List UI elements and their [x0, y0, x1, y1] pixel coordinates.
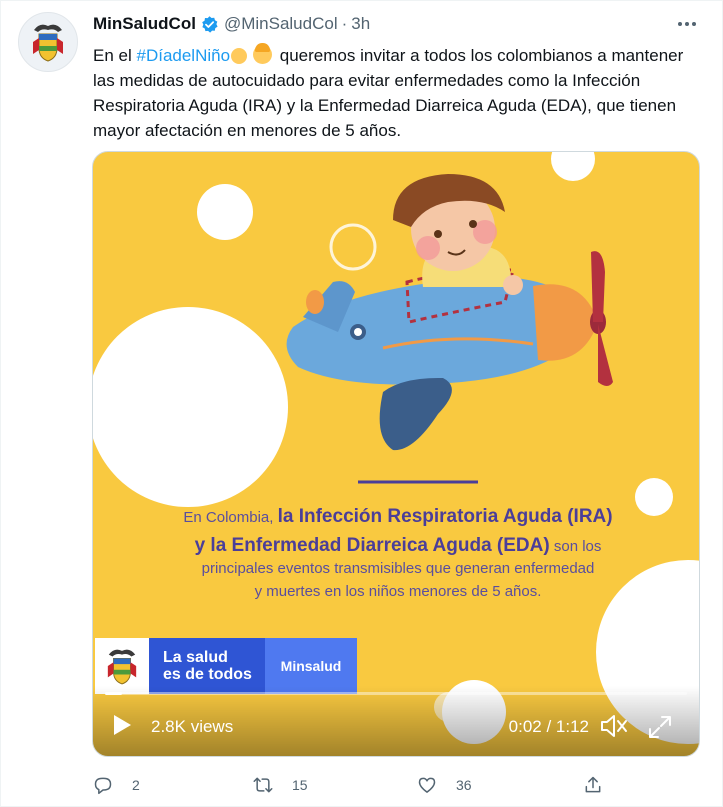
time-display: 0:02 / 1:12	[509, 717, 589, 737]
time-separator: /	[541, 717, 556, 736]
reply-button[interactable]: 2	[93, 771, 140, 799]
headline-line-4: y muertes en los niños menores de 5 años…	[254, 583, 542, 600]
heart-icon	[418, 777, 436, 793]
avatar[interactable]	[18, 12, 78, 72]
fullscreen-icon[interactable]	[647, 714, 673, 740]
slogan-line-1: La salud	[163, 649, 228, 666]
play-icon[interactable]	[111, 713, 133, 737]
retweet-button[interactable]: 15	[253, 771, 308, 799]
mute-icon[interactable]	[599, 713, 629, 739]
slogan-line-2: es de todos	[163, 666, 252, 683]
headline-eda: y la Enfermedad Diarreica Aguda (EDA)	[194, 535, 550, 556]
reply-icon	[94, 777, 112, 795]
elapsed-time: 0:02	[508, 717, 542, 736]
tweet-timestamp[interactable]: 3h	[351, 14, 370, 34]
headline-line-1: En Colombia, la Infección Respiratoria A…	[123, 506, 673, 528]
reply-count: 2	[132, 777, 140, 793]
child-illustration	[393, 174, 523, 295]
like-count: 36	[456, 777, 472, 793]
total-duration: 1:12	[555, 717, 589, 736]
headline-ira: la Infección Respiratoria Aguda (IRA)	[277, 506, 613, 527]
tweet-card[interactable]: MinSaludCol @MinSaludCol · 3h En el #Día…	[0, 0, 723, 807]
video-controls: 2.8K views 0:02 / 1:12	[93, 686, 699, 756]
verified-badge-icon	[200, 15, 219, 34]
author-name[interactable]: MinSaludCol	[93, 14, 196, 34]
tweet-header: MinSaludCol @MinSaludCol · 3h	[93, 13, 370, 35]
action-bar: 2 15 36	[93, 771, 613, 799]
child-face-emoji-icon	[231, 48, 248, 64]
retweet-count: 15	[292, 777, 308, 793]
headline-lead: En Colombia,	[183, 509, 278, 526]
headline-line-3: principales eventos transmisibles que ge…	[201, 560, 595, 577]
view-count: 2.8K views	[151, 717, 234, 736]
video-player[interactable]: En Colombia, la Infección Respiratoria A…	[92, 151, 700, 757]
girl-emoji-icon	[253, 43, 273, 64]
coat-of-arms-icon	[107, 649, 137, 685]
like-button[interactable]: 36	[417, 771, 472, 799]
progress-bar[interactable]	[105, 692, 687, 695]
progress-fill	[105, 692, 123, 695]
tweet-text: En el #DíadelNiño queremos invitar a tod…	[93, 43, 693, 143]
share-icon	[585, 776, 601, 793]
retweet-icon	[253, 777, 273, 793]
coat-of-arms-icon	[33, 24, 63, 62]
tweet-text-intro: En el	[93, 46, 137, 65]
headline-line-2: y la Enfermedad Diarreica Aguda (EDA) so…	[123, 535, 673, 557]
separator-dot: ·	[341, 14, 348, 33]
hashtag-link[interactable]: #DíadelNiño	[136, 46, 230, 65]
share-button[interactable]	[583, 771, 603, 799]
headline-tail: son los	[549, 538, 602, 555]
author-handle[interactable]: @MinSaludCol	[224, 14, 338, 34]
more-options-icon[interactable]	[676, 15, 698, 33]
